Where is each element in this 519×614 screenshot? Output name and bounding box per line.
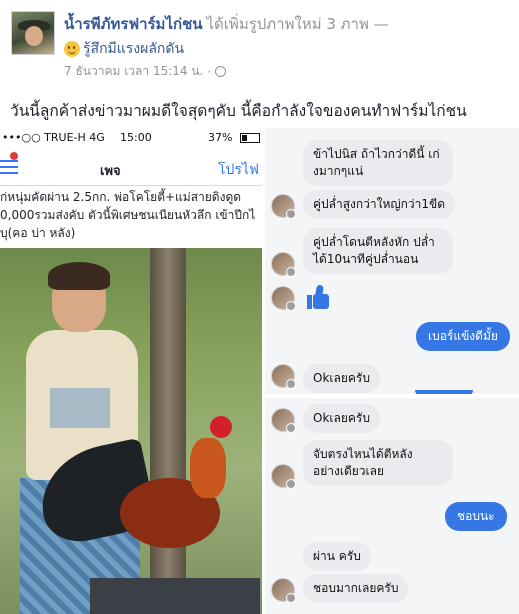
post-action-text: ได้เพิ่มรูปภาพใหม่ 3 ภาพ —	[206, 15, 389, 33]
meta-separator: ·	[207, 64, 212, 79]
phone-nav-bar: เพจ โปรไฟ	[0, 148, 262, 186]
carrier-text: •••○○ TRUE-H 4G	[2, 131, 105, 144]
chat-message-in: จับตรงไหนได้ตีหลัง อย่างเดียวเลย	[303, 440, 453, 486]
post-meta: 7 ธันวาคม เวลา 15:14 น. ·	[64, 62, 227, 81]
rooster-neck	[190, 438, 226, 498]
tree-trunk	[150, 248, 186, 614]
chat-message-in: ชอบมากเลยครับ	[303, 574, 409, 603]
chat-message-in: Okเลยครับ	[303, 404, 380, 433]
nav-profile-link[interactable]: โปรไฟ	[218, 159, 259, 181]
photo-left-phone-screenshot[interactable]: •••○○ TRUE-H 4G 15:00 37% เพจ โปรไฟ ก่หน…	[0, 128, 262, 614]
chat-message-in: คู่ปล่ำโดนตีหลังหัก ปล่ำได้10นาทีคู่ปล่ำ…	[303, 228, 453, 274]
post-body-text: วันนี้ลูกค้าส่งข่าวมาผมดีใจสุดๆคับ นี้คื…	[10, 102, 467, 120]
chat-message-in: ผ่าน ครับ	[303, 542, 371, 571]
rooster-comb	[210, 416, 232, 438]
sender-avatar	[271, 464, 296, 489]
chat-message-out: ชอบนะ	[445, 502, 507, 531]
notification-dot	[10, 152, 18, 160]
rooster-photo	[0, 248, 262, 614]
chat-message-in: คู่ปล่ำสูงกว่าใหญ่กว่า1ขีด	[303, 190, 456, 219]
thumb-palm	[313, 294, 329, 309]
chat-message-out: เบอร์แข้งดีมั้ย	[416, 322, 510, 351]
hamburger-menu-icon[interactable]	[0, 160, 18, 174]
sender-avatar	[271, 578, 296, 603]
sender-avatar	[271, 286, 296, 311]
listing-line: ก่หนุ่มคัดผ่าน 2.5กก. พ่อโคโยตี้+แม่สายด…	[0, 190, 242, 204]
phone-status-bar: •••○○ TRUE-H 4G 15:00 37%	[0, 128, 262, 148]
shirt-print	[50, 388, 110, 428]
sender-avatar	[271, 408, 296, 433]
avatar-face	[25, 26, 43, 46]
chat-message-in: Okเลยครับ	[303, 364, 380, 393]
photo-right-chat-screenshot[interactable]: ข้าไปนิส ถ้าไวกว่าดีนี้ เก่งมากๆแน่ คู่ป…	[265, 128, 519, 614]
post-title-line: น้ำรพีภัทรฟาร์มไก่ชน ได้เพิ่มรูปภาพใหม่ 3…	[64, 12, 389, 36]
globe-icon[interactable]	[215, 66, 227, 77]
author-name-link[interactable]: น้ำรพีภัทรฟาร์มไก่ชน	[64, 15, 203, 33]
feeling-text[interactable]: รู้สึกมีแรงผลักดัน	[83, 38, 184, 60]
listing-text: ก่หนุ่มคัดผ่าน 2.5กก. พ่อโคโยตี้+แม่สายด…	[0, 188, 262, 242]
person-hair	[48, 262, 110, 290]
sender-avatar	[271, 364, 296, 389]
screenshot-divider	[265, 394, 519, 398]
status-time: 15:00	[120, 131, 152, 144]
post-timestamp[interactable]: 7 ธันวาคม เวลา 15:14 น.	[64, 62, 203, 81]
chat-message-in: ข้าไปนิส ถ้าไวกว่าดีนี้ เก่งมากๆแน่	[303, 140, 453, 186]
post-header: น้ำรพีภัทรฟาร์มไก่ชน ได้เพิ่มรูปภาพใหม่ 3…	[8, 8, 513, 88]
listing-line: บุ(คอ บ่า หลัง)	[0, 226, 76, 240]
sender-avatar	[271, 252, 296, 277]
rooster-stand	[90, 578, 260, 614]
sender-avatar	[271, 194, 296, 219]
author-avatar[interactable]	[11, 11, 55, 55]
battery-percent: 37%	[208, 131, 233, 144]
feeling-line: รู้สึกมีแรงผลักดัน	[64, 38, 184, 60]
thumb-cuff	[307, 295, 312, 309]
nav-title: เพจ	[100, 164, 121, 179]
smile-emoji-icon	[64, 41, 80, 57]
thumbs-up-icon	[305, 284, 331, 310]
battery-icon	[240, 133, 260, 143]
listing-line: 0,000รวมส่งคับ ตัวนี้พิเศษชนเนียนหัวลึก …	[0, 208, 256, 222]
